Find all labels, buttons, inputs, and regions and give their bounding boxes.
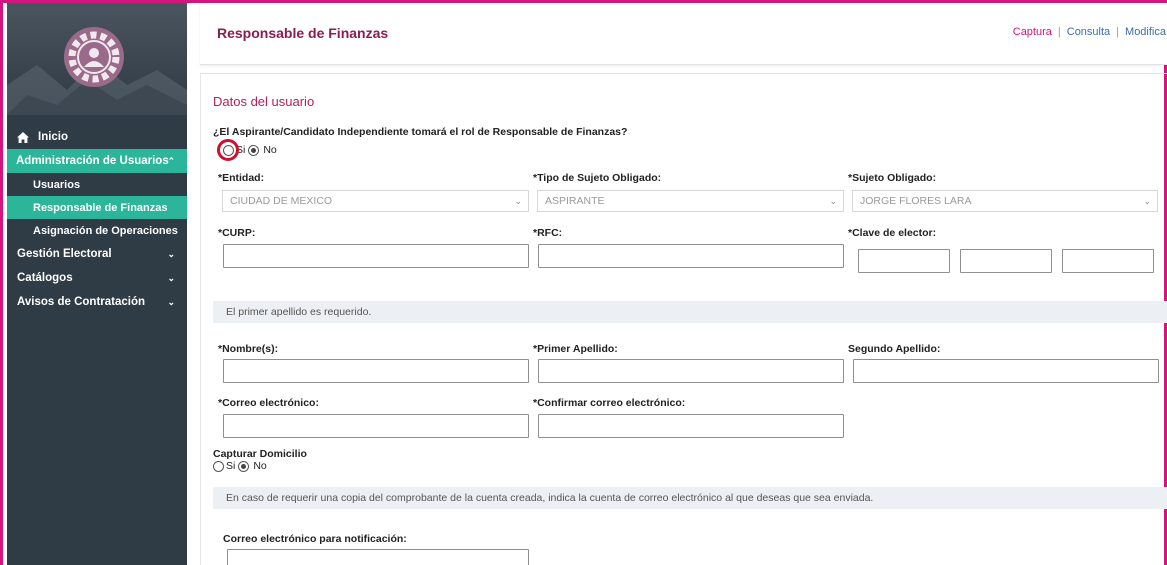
rfc-label: *RFC:: [533, 227, 563, 239]
capturar-domicilio-label: Capturar Domicilio: [213, 448, 307, 460]
clave-elector-input-1[interactable]: [858, 249, 950, 273]
highlight-ring: [217, 139, 239, 161]
sidebar-item-label: Asignación de Operaciones: [33, 224, 178, 237]
form-panel: Datos del usuario ¿El Aspirante/Candidat…: [200, 73, 1167, 565]
domicilio-radio-si[interactable]: [213, 460, 224, 472]
clave-elector-label: *Clave de elector:: [848, 227, 937, 239]
sidebar-item-inicio[interactable]: Inicio: [7, 125, 187, 149]
question-label: ¿El Aspirante/Candidato Independiente to…: [213, 126, 628, 138]
chevron-down-icon: ⌄: [829, 196, 837, 206]
sidebar-item-label: Avisos de Contratación: [17, 296, 146, 308]
chevron-down-icon: ⌄: [167, 273, 175, 283]
chevron-up-icon: ⌃: [167, 156, 175, 166]
sidebar-item-responsable-finanzas[interactable]: Responsable de Finanzas: [7, 196, 187, 219]
chevron-down-icon: ⌄: [1143, 196, 1151, 206]
primer-apellido-label: *Primer Apellido:: [533, 343, 618, 355]
confirmar-correo-label: *Confirmar correo electrónico:: [533, 397, 686, 409]
clave-elector-input-3[interactable]: [1062, 249, 1154, 273]
correo-notificacion-input[interactable]: [227, 549, 529, 565]
chevron-down-icon: ⌄: [514, 196, 522, 206]
sidebar-logo-area: [7, 3, 187, 115]
segundo-apellido-label: Segundo Apellido:: [848, 343, 941, 355]
chevron-down-icon: ⌄: [167, 249, 175, 259]
sujeto-obligado-select[interactable]: JORGE FLORES LARA ⌄: [852, 190, 1158, 212]
home-icon: [17, 131, 29, 143]
nombre-label: *Nombre(s):: [218, 343, 279, 355]
page-header: Responsable de Finanzas Captura | Consulta…: [200, 3, 1167, 65]
nombre-input[interactable]: [223, 359, 529, 383]
radio-no-label: No: [263, 144, 277, 156]
domicilio-radio-no[interactable]: [238, 460, 250, 472]
link-modifica[interactable]: Modifica: [1125, 26, 1166, 38]
sujeto-obligado-select-value: JORGE FLORES LARA: [860, 195, 972, 207]
correo-label: *Correo electrónico:: [218, 397, 319, 409]
top-nav-links: Captura | Consulta | Modifica: [1013, 26, 1166, 38]
section-title: Datos del usuario: [213, 94, 315, 109]
sidebar-item-usuarios[interactable]: Usuarios: [7, 173, 187, 196]
tipo-sujeto-select[interactable]: ASPIRANTE ⌄: [537, 190, 844, 212]
apellido-notice: El primer apellido es requerido.: [213, 301, 1167, 323]
sidebar-item-label: Catálogos: [17, 272, 73, 284]
segundo-apellido-input[interactable]: [853, 359, 1159, 383]
link-captura[interactable]: Captura: [1013, 26, 1052, 38]
sidebar-item-catalogos[interactable]: Catálogos ⌄: [7, 266, 187, 290]
domicilio-radio-si-label: Si: [226, 460, 236, 472]
link-consulta[interactable]: Consulta: [1067, 26, 1110, 38]
sidebar-item-label: Administración de Usuarios: [16, 155, 169, 167]
entidad-label: *Entidad:: [218, 172, 265, 184]
tipo-sujeto-label: *Tipo de Sujeto Obligado:: [533, 172, 662, 184]
domicilio-radio-no-label: No: [253, 460, 267, 472]
primer-apellido-input[interactable]: [538, 359, 844, 383]
sidebar: Inicio Administración de Usuarios ⌃ Usua…: [7, 3, 187, 565]
clave-elector-input-2[interactable]: [960, 249, 1052, 273]
sujeto-obligado-label: *Sujeto Obligado:: [848, 172, 937, 184]
curp-input[interactable]: [223, 244, 529, 268]
sidebar-item-administracion-usuarios[interactable]: Administración de Usuarios ⌃: [7, 149, 187, 173]
entidad-select-value: CIUDAD DE MEXICO: [230, 195, 333, 207]
page-title: Responsable de Finanzas: [217, 25, 389, 41]
copia-notice: En caso de requerir una copia del compro…: [213, 487, 1167, 509]
sidebar-item-label: Usuarios: [33, 178, 81, 191]
sidebar-item-label: Gestión Electoral: [17, 248, 112, 260]
entidad-select[interactable]: CIUDAD DE MEXICO ⌄: [222, 190, 529, 212]
chevron-down-icon: ⌄: [167, 297, 175, 307]
link-separator: |: [1057, 26, 1061, 38]
sidebar-item-gestion-electoral[interactable]: Gestión Electoral ⌄: [7, 242, 187, 266]
confirmar-correo-input[interactable]: [538, 414, 844, 438]
sidebar-item-asignacion-operaciones[interactable]: Asignación de Operaciones: [7, 219, 187, 242]
curp-label: *CURP:: [218, 227, 256, 239]
rfc-input[interactable]: [538, 244, 844, 268]
correo-notificacion-label: Correo electrónico para notificación:: [223, 533, 407, 545]
radio-no[interactable]: [248, 144, 260, 156]
user-gear-logo-icon: [64, 27, 124, 87]
tipo-sujeto-select-value: ASPIRANTE: [545, 195, 605, 207]
domicilio-radio-group: Si No: [213, 460, 267, 472]
sidebar-item-label: Inicio: [38, 131, 69, 143]
sidebar-item-avisos-contratacion[interactable]: Avisos de Contratación ⌄: [7, 290, 187, 314]
correo-input[interactable]: [223, 414, 529, 438]
link-separator: |: [1116, 26, 1120, 38]
sidebar-item-label: Responsable de Finanzas: [33, 201, 168, 214]
